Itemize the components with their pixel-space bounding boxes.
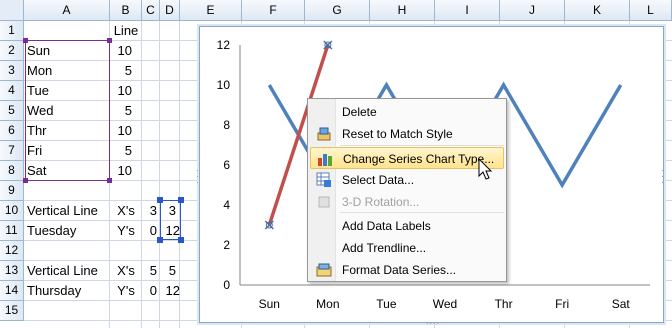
row-header-8[interactable]: 8 [0,161,24,181]
menu-item-label: Delete [342,105,377,119]
range-handle[interactable] [107,38,112,43]
reset-style-icon [316,126,332,142]
menu-item-label: Add Data Labels [342,219,431,233]
selected-point-marker[interactable] [323,40,333,50]
cell-a11[interactable]: Tuesday [27,221,111,241]
selected-point-marker[interactable] [264,220,274,230]
row-header-9[interactable]: 9 [0,181,24,201]
range-handle[interactable] [178,237,184,243]
column-header-h[interactable]: H [370,0,435,21]
cell-a14[interactable]: Thursday [27,281,111,301]
cell-c13[interactable]: 5 [142,261,157,281]
cell-d14[interactable]: 12 [160,281,180,301]
menu-item-reset-to-match-style[interactable]: Reset to Match Style [310,123,504,145]
range-handle[interactable] [178,197,184,203]
menu-item-delete[interactable]: Delete [310,101,504,123]
range-handle[interactable] [157,197,163,203]
cell-b10[interactable]: X's [110,201,142,221]
menu-item-label: Format Data Series... [342,263,457,277]
row-header-2[interactable]: 2 [0,41,24,61]
cell-b13[interactable]: X's [110,261,142,281]
cell-b5[interactable]: 5 [110,101,132,121]
row-header-14[interactable]: 14 [0,281,24,301]
cell-d13[interactable]: 5 [160,261,176,281]
range-handle[interactable] [107,178,112,183]
row-header-12[interactable]: 12 [0,241,24,261]
row-header-13[interactable]: 13 [0,261,24,281]
cell-b6[interactable]: 10 [110,121,132,141]
menu-item-format-data-series[interactable]: Format Data Series... [310,259,504,281]
column-header-d[interactable]: D [160,0,180,21]
column-header-a[interactable]: A [24,0,110,21]
context-menu: Delete Reset to Match Style Change Series … [307,98,507,282]
select-all-corner[interactable] [0,0,24,21]
menu-separator [340,145,504,146]
row-header-3[interactable]: 3 [0,61,24,81]
range-handle[interactable] [23,178,28,183]
column-header-f[interactable]: F [242,0,305,21]
row-header-7[interactable]: 7 [0,141,24,161]
series-range-highlight [160,200,181,240]
column-header-e[interactable]: E [180,0,242,21]
row-header-5[interactable]: 5 [0,101,24,121]
cell-b11[interactable]: Y's [110,221,142,241]
menu-item-3-d-rotation: 3-D Rotation... [310,191,504,213]
cell-b3[interactable]: 5 [110,61,132,81]
format-series-icon [316,262,332,278]
rotation-icon [316,194,332,210]
row-header-10[interactable]: 10 [0,201,24,221]
menu-separator [340,212,504,213]
column-header-c[interactable]: C [142,0,160,21]
select-data-icon [316,172,332,188]
cell-a10[interactable]: Vertical Line [27,201,111,221]
column-header-l[interactable]: L [630,0,672,21]
row-header-6[interactable]: 6 [0,121,24,141]
category-range-highlight [25,40,110,181]
chart-type-icon [317,151,333,167]
cell-b7[interactable]: 5 [110,141,132,161]
row-header-11[interactable]: 11 [0,221,24,241]
menu-item-add-trendline[interactable]: Add Trendline... [310,237,504,259]
row-header-1[interactable]: 1 [0,21,24,41]
cell-b4[interactable]: 10 [110,81,132,101]
cell-b2[interactable]: 10 [110,41,132,61]
menu-item-change-series-chart-type[interactable]: Change Series Chart Type... [310,147,504,169]
cell-c10[interactable]: 3 [142,201,157,221]
cell-a13[interactable]: Vertical Line [27,261,111,281]
menu-item-label: 3-D Rotation... [342,195,420,209]
range-handle[interactable] [23,38,28,43]
cell-b8[interactable]: 10 [110,161,132,181]
menu-item-label: Select Data... [342,173,415,187]
row-header-4[interactable]: 4 [0,81,24,101]
cell-c14[interactable]: 0 [142,281,157,301]
menu-item-label: Reset to Match Style [342,127,453,141]
cell-b1[interactable]: Line [110,21,142,41]
row-header-15[interactable]: 15 [0,301,24,321]
menu-item-label: Change Series Chart Type... [343,152,495,166]
column-header-i[interactable]: I [435,0,500,21]
mouse-cursor-icon [478,158,493,180]
menu-item-add-data-labels[interactable]: Add Data Labels [310,215,504,237]
menu-item-label: Add Trendline... [342,241,427,255]
cell-b14[interactable]: Y's [110,281,142,301]
menu-item-select-data[interactable]: Select Data... [310,169,504,191]
range-handle[interactable] [157,237,163,243]
column-header-k[interactable]: K [565,0,630,21]
column-header-j[interactable]: J [500,0,565,21]
cell-c11[interactable]: 0 [142,221,157,241]
column-header-b[interactable]: B [110,0,142,21]
column-header-g[interactable]: G [305,0,370,21]
